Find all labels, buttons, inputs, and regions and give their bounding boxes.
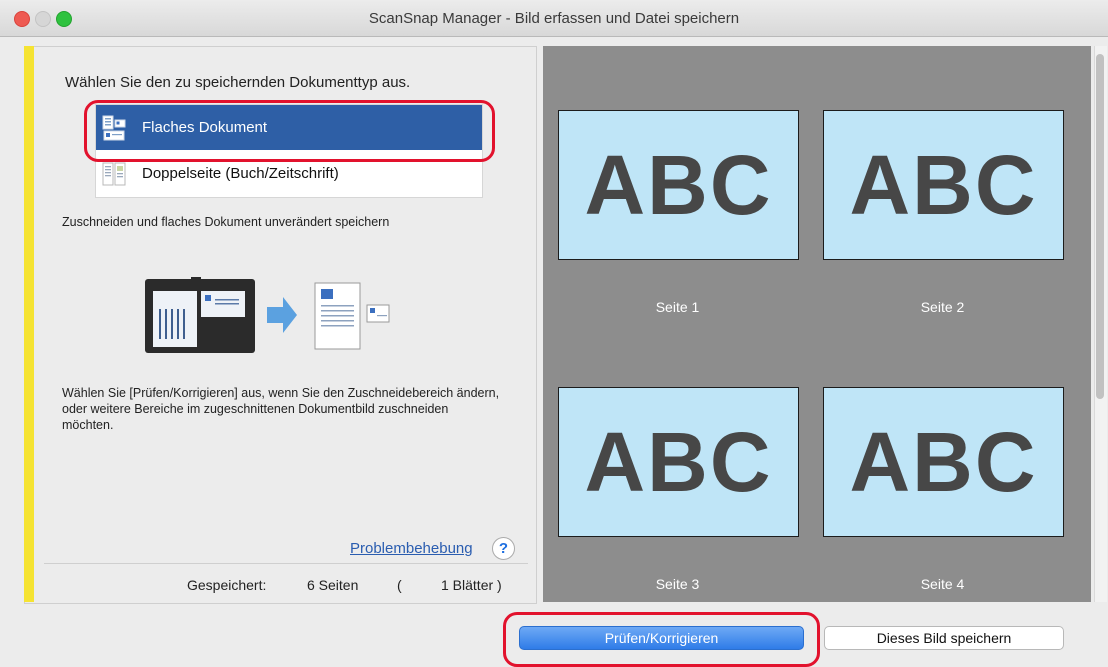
review-hint-text: Wählen Sie [Prüfen/Korrigieren] aus, wen… [62, 386, 500, 432]
page-preview-area[interactable]: ABC Seite 1 ABC Seite 2 ABC Seite 3 ABC … [543, 46, 1091, 602]
saved-sheets-count: 1 Blätter ) [441, 577, 502, 593]
saved-label: Gespeichert: [187, 577, 267, 593]
help-icon[interactable]: ? [492, 537, 515, 560]
crop-illustration [145, 277, 390, 360]
saved-open-paren: ( [397, 577, 402, 593]
window-title: ScanSnap Manager - Bild erfassen und Dat… [368, 10, 740, 27]
troubleshooting-link[interactable]: Problembehebung [350, 540, 473, 557]
page-thumbnail[interactable]: ABC [558, 387, 799, 537]
document-type-double-page-label: Doppelseite (Buch/Zeitschrift) [142, 165, 339, 182]
preview-scrollbar-thumb[interactable] [1096, 54, 1104, 399]
document-type-description: Zuschneiden und flaches Dokument unverän… [62, 215, 390, 229]
page-thumbnail[interactable]: ABC [823, 110, 1064, 260]
saved-pages-count: 6 Seiten [307, 577, 359, 593]
book-icon [102, 161, 126, 187]
page-thumbnail-text: ABC [584, 137, 773, 232]
page-thumbnail[interactable]: ABC [558, 110, 799, 260]
review-correct-button[interactable]: Prüfen/Korrigieren [519, 626, 804, 650]
page-label: Seite 3 [655, 576, 700, 592]
scan-dialog-window: ScanSnap Manager - Bild erfassen und Dat… [0, 0, 1108, 667]
page-label: Seite 2 [920, 299, 965, 315]
save-image-button[interactable]: Dieses Bild speichern [824, 626, 1064, 650]
title-bar: ScanSnap Manager - Bild erfassen und Dat… [0, 0, 1108, 37]
page-thumbnail-text: ABC [584, 414, 773, 509]
page-thumbnail-text: ABC [849, 414, 1038, 509]
page-label: Seite 4 [920, 576, 965, 592]
page-thumbnail-text: ABC [849, 137, 1038, 232]
selection-highlight [84, 100, 495, 162]
status-divider [44, 563, 528, 564]
document-type-prompt: Wählen Sie den zu speichernden Dokumentt… [65, 74, 411, 91]
page-label: Seite 1 [655, 299, 700, 315]
page-thumbnail[interactable]: ABC [823, 387, 1064, 537]
accent-bar [24, 46, 34, 602]
